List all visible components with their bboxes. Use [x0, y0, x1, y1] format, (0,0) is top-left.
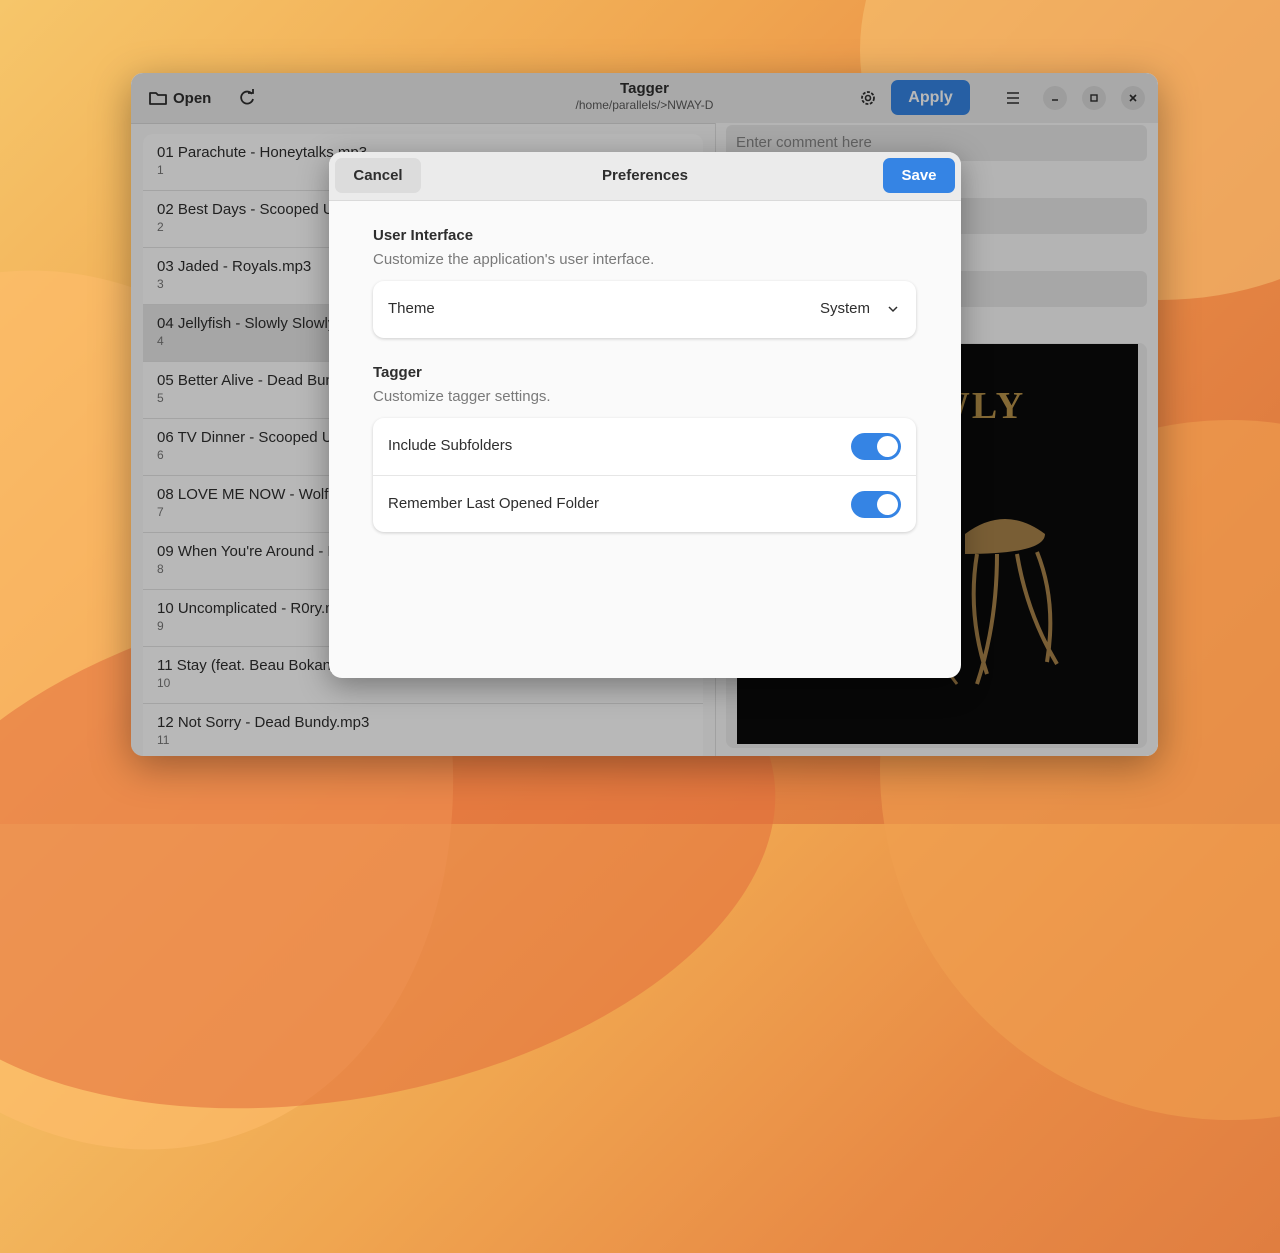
save-button[interactable]: Save: [883, 158, 955, 193]
ui-group-description: Customize the application's user interfa…: [373, 251, 655, 268]
remember-folder-label: Remember Last Opened Folder: [388, 495, 599, 512]
switch-knob: [877, 494, 898, 515]
include-subfolders-switch[interactable]: [851, 433, 901, 460]
switch-knob: [877, 436, 898, 457]
include-subfolders-row: Include Subfolders: [373, 418, 916, 475]
theme-label: Theme: [388, 300, 435, 317]
remember-folder-row: Remember Last Opened Folder: [373, 475, 916, 532]
tagger-group-description: Customize tagger settings.: [373, 388, 551, 405]
preferences-dialog: Cancel Preferences Save User Interface C…: [329, 152, 961, 678]
theme-row[interactable]: Theme System: [373, 281, 916, 338]
tagger-settings-card: Include Subfolders Remember Last Opened …: [373, 418, 916, 532]
tagger-group-title: Tagger: [373, 364, 422, 381]
dialog-title: Preferences: [602, 167, 688, 184]
include-subfolders-label: Include Subfolders: [388, 437, 513, 454]
ui-settings-card: Theme System: [373, 281, 916, 338]
chevron-down-icon[interactable]: [886, 302, 900, 316]
ui-group-title: User Interface: [373, 227, 474, 244]
theme-dropdown-value[interactable]: System: [820, 300, 870, 317]
remember-folder-switch[interactable]: [851, 491, 901, 518]
dialog-headerbar: Cancel Preferences Save: [329, 152, 961, 201]
